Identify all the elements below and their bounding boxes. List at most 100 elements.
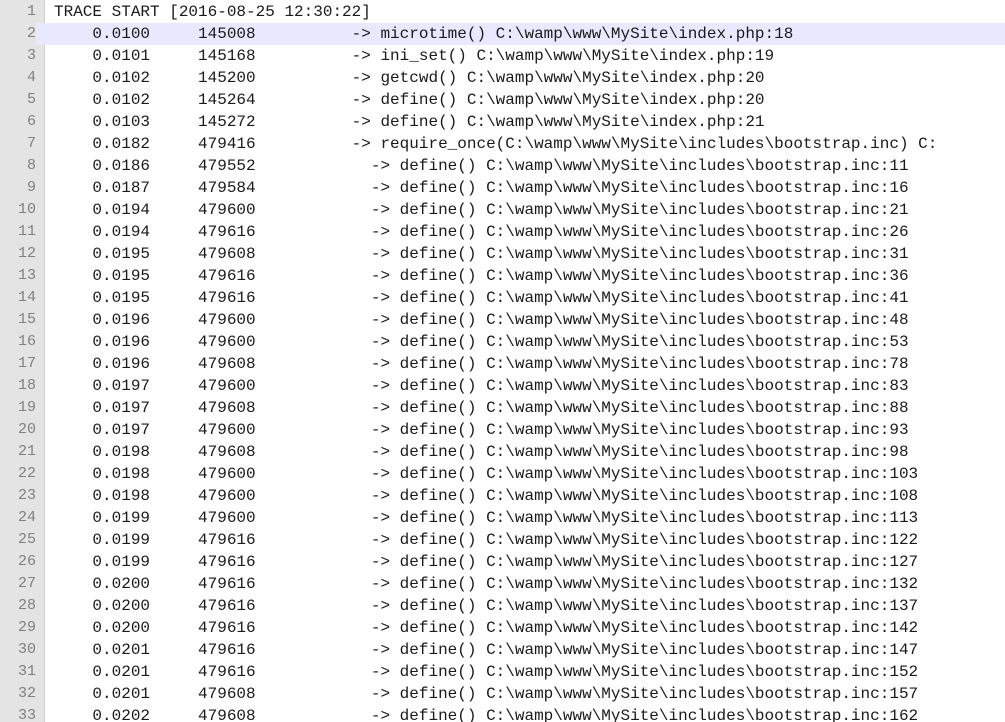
line-text[interactable]: 0.0195 479608 -> define() C:\wamp\www\My… [54,243,908,265]
line-number: 19 [17,399,36,416]
line-text[interactable]: 0.0202 479608 -> define() C:\wamp\www\My… [54,705,918,722]
editor-line[interactable]: 31 0.0201 479616 -> define() C:\wamp\www… [0,661,1005,683]
editor-line[interactable]: 26 0.0199 479616 -> define() C:\wamp\www… [0,551,1005,573]
line-number: 5 [26,91,36,108]
editor-line[interactable]: 28 0.0200 479616 -> define() C:\wamp\www… [0,595,1005,617]
line-text[interactable]: 0.0102 145200 -> getcwd() C:\wamp\www\My… [54,67,764,89]
editor-line[interactable]: 33 0.0202 479608 -> define() C:\wamp\www… [0,705,1005,722]
editor-line[interactable]: 7 0.0182 479416 -> require_once(C:\wamp\… [0,133,1005,155]
editor-line[interactable]: 10 0.0194 479600 -> define() C:\wamp\www… [0,199,1005,221]
line-number: 21 [17,443,36,460]
line-number: 23 [17,487,36,504]
line-text[interactable]: 0.0201 479616 -> define() C:\wamp\www\My… [54,661,918,683]
line-text[interactable]: 0.0195 479616 -> define() C:\wamp\www\My… [54,287,908,309]
line-number: 20 [17,421,36,438]
line-number: 4 [26,69,36,86]
line-number: 17 [17,355,36,372]
line-number: 2 [0,23,36,45]
line-number: 1 [26,3,36,20]
line-number: 28 [17,597,36,614]
line-number: 25 [17,531,36,548]
line-text[interactable]: 0.0101 145168 -> ini_set() C:\wamp\www\M… [54,45,774,67]
editor-line[interactable]: 29 0.0200 479616 -> define() C:\wamp\www… [0,617,1005,639]
editor-line[interactable]: 3 0.0101 145168 -> ini_set() C:\wamp\www… [0,45,1005,67]
line-number: 7 [26,135,36,152]
editor-line[interactable]: 5 0.0102 145264 -> define() C:\wamp\www\… [0,89,1005,111]
editor-line[interactable]: 30 0.0201 479616 -> define() C:\wamp\www… [0,639,1005,661]
line-number: 13 [17,267,36,284]
editor-line[interactable]: 6 0.0103 145272 -> define() C:\wamp\www\… [0,111,1005,133]
editor-line[interactable]: 1 TRACE START [2016-08-25 12:30:22] [0,1,1005,23]
editor-line[interactable]: 27 0.0200 479616 -> define() C:\wamp\www… [0,573,1005,595]
editor-line[interactable]: 14 0.0195 479616 -> define() C:\wamp\www… [0,287,1005,309]
line-text[interactable]: 0.0200 479616 -> define() C:\wamp\www\My… [54,573,918,595]
line-text[interactable]: 0.0199 479600 -> define() C:\wamp\www\My… [54,507,918,529]
line-text[interactable]: 0.0195 479616 -> define() C:\wamp\www\My… [54,265,908,287]
line-text[interactable]: TRACE START [2016-08-25 12:30:22] [54,1,371,23]
line-number: 3 [26,47,36,64]
line-text[interactable]: 0.0201 479616 -> define() C:\wamp\www\My… [54,639,918,661]
line-text[interactable]: 0.0103 145272 -> define() C:\wamp\www\My… [54,111,764,133]
line-number: 18 [17,377,36,394]
line-text[interactable]: 0.0100 145008 -> microtime() C:\wamp\www… [54,23,793,45]
editor-line[interactable]: 2 0.0100 145008 -> microtime() C:\wamp\w… [0,23,1005,45]
line-number: 33 [17,707,36,722]
line-text[interactable]: 0.0199 479616 -> define() C:\wamp\www\My… [54,551,918,573]
line-text[interactable]: 0.0198 479600 -> define() C:\wamp\www\My… [54,463,918,485]
line-number: 30 [17,641,36,658]
editor-line[interactable]: 21 0.0198 479608 -> define() C:\wamp\www… [0,441,1005,463]
line-text[interactable]: 0.0186 479552 -> define() C:\wamp\www\My… [54,155,908,177]
editor-line[interactable]: 4 0.0102 145200 -> getcwd() C:\wamp\www\… [0,67,1005,89]
line-text[interactable]: 0.0196 479600 -> define() C:\wamp\www\My… [54,331,908,353]
line-text[interactable]: 0.0198 479600 -> define() C:\wamp\www\My… [54,485,918,507]
line-text[interactable]: 0.0201 479608 -> define() C:\wamp\www\My… [54,683,918,705]
line-text[interactable]: 0.0194 479600 -> define() C:\wamp\www\My… [54,199,908,221]
line-number: 14 [17,289,36,306]
editor-line[interactable]: 9 0.0187 479584 -> define() C:\wamp\www\… [0,177,1005,199]
editor-line[interactable]: 13 0.0195 479616 -> define() C:\wamp\www… [0,265,1005,287]
line-number: 15 [17,311,36,328]
line-text[interactable]: 0.0187 479584 -> define() C:\wamp\www\My… [54,177,908,199]
editor-line[interactable]: 20 0.0197 479600 -> define() C:\wamp\www… [0,419,1005,441]
editor-line[interactable]: 19 0.0197 479608 -> define() C:\wamp\www… [0,397,1005,419]
line-text[interactable]: 0.0182 479416 -> require_once(C:\wamp\ww… [54,133,937,155]
editor-line[interactable]: 17 0.0196 479608 -> define() C:\wamp\www… [0,353,1005,375]
line-text[interactable]: 0.0197 479608 -> define() C:\wamp\www\My… [54,397,908,419]
line-number: 16 [17,333,36,350]
editor-line[interactable]: 25 0.0199 479616 -> define() C:\wamp\www… [0,529,1005,551]
line-number: 27 [17,575,36,592]
line-number: 24 [17,509,36,526]
line-text[interactable]: 0.0200 479616 -> define() C:\wamp\www\My… [54,617,918,639]
line-number: 11 [17,223,36,240]
line-text[interactable]: 0.0194 479616 -> define() C:\wamp\www\My… [54,221,908,243]
editor-line[interactable]: 24 0.0199 479600 -> define() C:\wamp\www… [0,507,1005,529]
line-number: 31 [17,663,36,680]
line-text[interactable]: 0.0198 479608 -> define() C:\wamp\www\My… [54,441,908,463]
editor-line[interactable]: 12 0.0195 479608 -> define() C:\wamp\www… [0,243,1005,265]
line-text[interactable]: 0.0197 479600 -> define() C:\wamp\www\My… [54,419,908,441]
editor-line[interactable]: 32 0.0201 479608 -> define() C:\wamp\www… [0,683,1005,705]
editor-line[interactable]: 18 0.0197 479600 -> define() C:\wamp\www… [0,375,1005,397]
line-number: 6 [26,113,36,130]
line-number: 22 [17,465,36,482]
editor-line[interactable]: 16 0.0196 479600 -> define() C:\wamp\www… [0,331,1005,353]
line-text[interactable]: 0.0200 479616 -> define() C:\wamp\www\My… [54,595,918,617]
line-number: 10 [17,201,36,218]
editor-line[interactable]: 23 0.0198 479600 -> define() C:\wamp\www… [0,485,1005,507]
line-number: 32 [17,685,36,702]
editor-line[interactable]: 22 0.0198 479600 -> define() C:\wamp\www… [0,463,1005,485]
editor-line[interactable]: 11 0.0194 479616 -> define() C:\wamp\www… [0,221,1005,243]
line-text[interactable]: 0.0102 145264 -> define() C:\wamp\www\My… [54,89,764,111]
line-number: 12 [17,245,36,262]
line-text[interactable]: 0.0197 479600 -> define() C:\wamp\www\My… [54,375,908,397]
line-text[interactable]: 0.0196 479608 -> define() C:\wamp\www\My… [54,353,908,375]
line-number: 26 [17,553,36,570]
editor-line[interactable]: 15 0.0196 479600 -> define() C:\wamp\www… [0,309,1005,331]
line-text[interactable]: 0.0196 479600 -> define() C:\wamp\www\My… [54,309,908,331]
line-number: 9 [26,179,36,196]
editor-lines[interactable]: 1 TRACE START [2016-08-25 12:30:22] 2 0.01… [0,1,1005,722]
line-number: 29 [17,619,36,636]
line-text[interactable]: 0.0199 479616 -> define() C:\wamp\www\My… [54,529,918,551]
editor-line[interactable]: 8 0.0186 479552 -> define() C:\wamp\www\… [0,155,1005,177]
text-editor[interactable]: 1 TRACE START [2016-08-25 12:30:22] 2 0.01… [0,0,1005,722]
